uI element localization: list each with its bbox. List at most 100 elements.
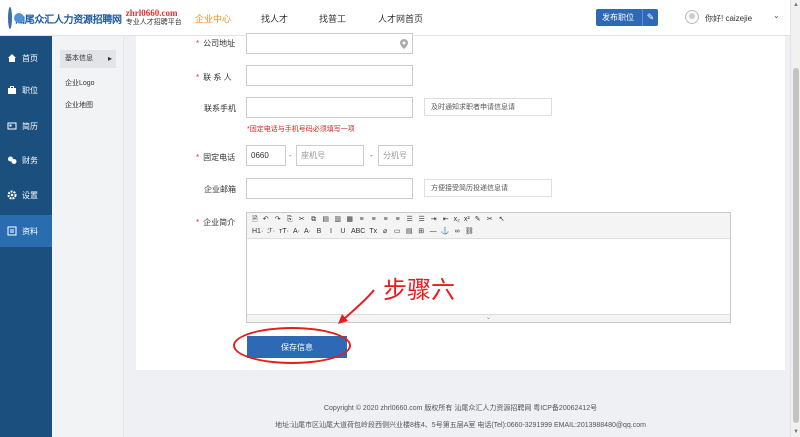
editor-tool-button[interactable]: ABC	[350, 227, 366, 237]
editor-tool-button[interactable]: ≡	[369, 215, 379, 225]
nav-enterprise-center[interactable]: 企业中心	[195, 12, 231, 25]
editor-tool-button[interactable]: ⚓	[440, 227, 450, 237]
rich-text-editor[interactable]: 🗎 ↶ ↷ ⎘ ✂ ⧉ ▤ ▥ ▦ ≡ ≡ ≡ ≡ ☰ ☰ ⇥ ⇤ x₂ x² ✎ ✂ ↖ H1· ℱ· тT· A· A· B I U…	[246, 212, 731, 323]
editor-tool-button[interactable]: ✂	[297, 215, 307, 225]
chevron-down-icon[interactable]: ⌄	[773, 11, 780, 20]
email-hint: 方便接受简历投递信息请	[424, 179, 552, 197]
editor-tool-button[interactable]: I	[326, 227, 336, 237]
top-header: 汕尾众汇人力资源招聘网 zhrl0660.com 专业人才招聘平台 企业中心 找…	[0, 0, 800, 36]
editor-tool-button[interactable]: U	[338, 227, 348, 237]
mobile-label: 联系手机	[204, 104, 236, 113]
editor-tool-button[interactable]: A·	[292, 227, 301, 237]
publish-job-button[interactable]: 发布职位 ✎	[596, 9, 658, 26]
logo-domain: zhrl0660.com	[125, 8, 178, 18]
address-label: * 公司地址	[196, 39, 236, 48]
editor-tool-button[interactable]: ≡	[357, 215, 367, 225]
gear-icon	[7, 190, 17, 200]
editor-tool-button[interactable]: ⛓	[464, 227, 474, 237]
sidebar: 首页 职位 简历 财务 设置 资料	[0, 36, 52, 437]
contact-label: * 联 系 人	[196, 73, 232, 82]
editor-tool-button[interactable]: ⇤	[441, 215, 451, 225]
editor-tool-button[interactable]: ⊞	[416, 227, 426, 237]
editor-tool-button[interactable]: H1·	[251, 227, 264, 237]
editor-resize-handle[interactable]: ⌄	[247, 314, 730, 322]
editor-toolbar: 🗎 ↶ ↷ ⎘ ✂ ⧉ ▤ ▥ ▦ ≡ ≡ ≡ ≡ ☰ ☰ ⇥ ⇤ x₂ x² ✎ ✂ ↖ H1· ℱ· тT· A· A· B I U…	[247, 213, 730, 239]
editor-tool-button[interactable]: ⇥	[429, 215, 439, 225]
editor-tool-button[interactable]: ▭	[392, 227, 402, 237]
editor-tool-button[interactable]: ⧉	[309, 215, 319, 225]
editor-tool-button[interactable]: ✂	[485, 215, 495, 225]
footer-address: 地址:汕尾市区汕尾大道荷包岭段西侧兴业楼8栋4、5号第五层A室 电话(Tel):…	[275, 422, 646, 429]
briefcase-icon	[8, 86, 16, 94]
scroll-down-icon[interactable]: ▼	[793, 429, 799, 435]
editor-tool-button[interactable]: Tx	[368, 227, 378, 237]
mobile-input[interactable]	[246, 97, 413, 118]
phone-requirement-note: *固定电话与手机号码必须填写一项	[247, 126, 355, 133]
page-scrollbar[interactable]: ▲ ▼	[790, 0, 800, 437]
editor-tool-button[interactable]: ▦	[345, 215, 355, 225]
editor-tool-button[interactable]: ☰	[405, 215, 415, 225]
intro-label: * 企业简介	[196, 218, 236, 227]
editor-tool-button[interactable]: ↶	[261, 215, 271, 225]
editor-tool-button[interactable]: x²	[463, 215, 471, 225]
editor-tool-button[interactable]: ▤	[404, 227, 414, 237]
mobile-hint: 及时通知求职者申请信息请	[424, 98, 552, 116]
sidebar-item-label: 简历	[22, 121, 38, 131]
scrollbar-thumb[interactable]	[793, 68, 799, 423]
sidebar-item-jobs[interactable]: 职位	[0, 74, 52, 106]
editor-tool-button[interactable]: ↷	[273, 215, 283, 225]
sidebar-item-label: 财务	[22, 155, 38, 165]
editor-tool-button[interactable]: ✎	[473, 215, 483, 225]
editor-tool-button[interactable]: ▥	[333, 215, 343, 225]
editor-tool-button[interactable]: ⌀	[380, 227, 390, 237]
editor-tool-button[interactable]: x₂	[453, 215, 461, 225]
sidebar-item-resume[interactable]: 简历	[0, 110, 52, 142]
editor-content-area[interactable]	[247, 239, 730, 314]
contact-input[interactable]	[246, 65, 413, 86]
sidebar-item-label: 设置	[22, 190, 38, 200]
avatar[interactable]	[685, 10, 699, 24]
editor-tool-button[interactable]: B	[314, 227, 324, 237]
highlight-ellipse	[233, 327, 351, 364]
sidebar-item-finance[interactable]: 财务	[0, 144, 52, 176]
editor-tool-button[interactable]: ⎘	[285, 215, 295, 225]
toolbar-row-1: 🗎 ↶ ↷ ⎘ ✂ ⧉ ▤ ▥ ▦ ≡ ≡ ≡ ≡ ☰ ☰ ⇥ ⇤ x₂ x² ✎ ✂ ↖	[251, 214, 509, 226]
address-input[interactable]	[246, 33, 413, 54]
finance-icon	[8, 156, 17, 164]
resume-icon	[7, 122, 17, 130]
home-icon	[8, 54, 16, 62]
editor-tool-button[interactable]: —	[428, 227, 438, 237]
user-greeting[interactable]: 你好! caizejie	[705, 13, 752, 24]
email-input[interactable]	[246, 178, 413, 199]
submenu-company-logo[interactable]: 企业Logo	[60, 75, 116, 93]
scroll-up-icon[interactable]: ▲	[793, 2, 799, 8]
logo-slogan: 专业人才招聘平台	[125, 19, 182, 26]
nav-find-talent[interactable]: 找人才	[261, 12, 288, 25]
profile-icon	[7, 226, 17, 236]
editor-tool-button[interactable]: ▤	[321, 215, 331, 225]
editor-tool-button[interactable]: 🗎	[251, 215, 259, 225]
editor-tool-button[interactable]: ℱ·	[266, 227, 276, 237]
logo-mark-icon	[8, 7, 24, 29]
location-pin-icon[interactable]	[400, 39, 408, 49]
editor-tool-button[interactable]: ↖	[497, 215, 507, 225]
editor-tool-button[interactable]: A·	[303, 227, 312, 237]
editor-tool-button[interactable]: ☰	[417, 215, 427, 225]
sidebar-item-home[interactable]: 首页	[0, 42, 52, 74]
editor-tool-button[interactable]: тT·	[278, 227, 290, 237]
sidebar-item-label: 首页	[22, 53, 38, 63]
site-logo[interactable]: 汕尾众汇人力资源招聘网 zhrl0660.com 专业人才招聘平台	[8, 6, 182, 30]
landline-number-input[interactable]: 座机号	[296, 145, 364, 166]
extension-input[interactable]: 分机号	[378, 145, 413, 166]
sidebar-item-label: 资料	[22, 226, 38, 236]
submenu-basic-info[interactable]: 基本信息	[60, 50, 116, 68]
submenu-company-map[interactable]: 企业地图	[60, 97, 116, 115]
editor-tool-button[interactable]: ≡	[381, 215, 391, 225]
nav-find-workers[interactable]: 找普工	[319, 12, 346, 25]
nav-homepage[interactable]: 人才网首页	[378, 12, 423, 25]
sidebar-item-settings[interactable]: 设置	[0, 179, 52, 211]
area-code-input[interactable]: 0660	[246, 145, 286, 166]
sidebar-item-profile[interactable]: 资料	[0, 215, 52, 247]
editor-tool-button[interactable]: ≡	[393, 215, 403, 225]
editor-tool-button[interactable]: ∞	[452, 227, 462, 237]
